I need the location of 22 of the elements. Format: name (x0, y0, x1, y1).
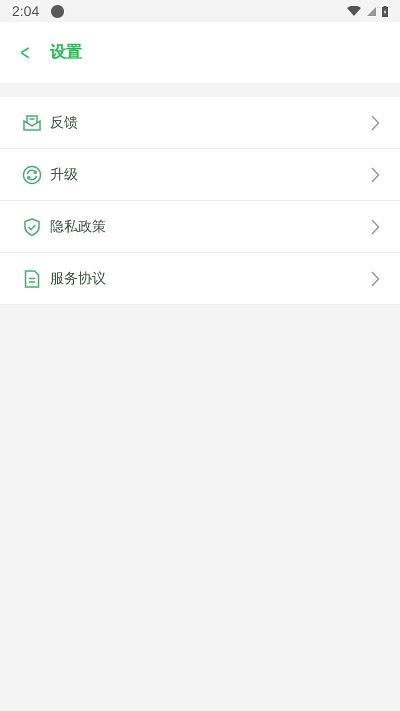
signal-icon (367, 6, 376, 16)
chevron-right-icon (370, 166, 380, 182)
chevron-right-icon (370, 270, 380, 286)
item-label: 升级 (50, 166, 79, 184)
page-title: 设置 (50, 42, 82, 63)
item-label: 隐私政策 (50, 218, 107, 236)
envelope-icon (22, 112, 42, 132)
chevron-right-icon (370, 114, 380, 130)
notification-dot-icon (51, 4, 64, 18)
battery-icon (382, 6, 388, 16)
chevron-right-icon (370, 218, 380, 234)
wifi-icon (347, 6, 361, 16)
item-label: 服务协议 (50, 270, 107, 288)
shield-check-icon (22, 216, 42, 236)
status-time: 2:04 (12, 3, 40, 19)
document-icon (22, 268, 42, 288)
settings-item[interactable]: 升级 (0, 149, 400, 201)
item-label: 反馈 (50, 114, 79, 132)
settings-item[interactable]: 反馈 (0, 97, 400, 149)
settings-item[interactable]: 隐私政策 (0, 201, 400, 253)
settings-item[interactable]: 服务协议 (0, 253, 400, 305)
refresh-icon (22, 164, 42, 184)
